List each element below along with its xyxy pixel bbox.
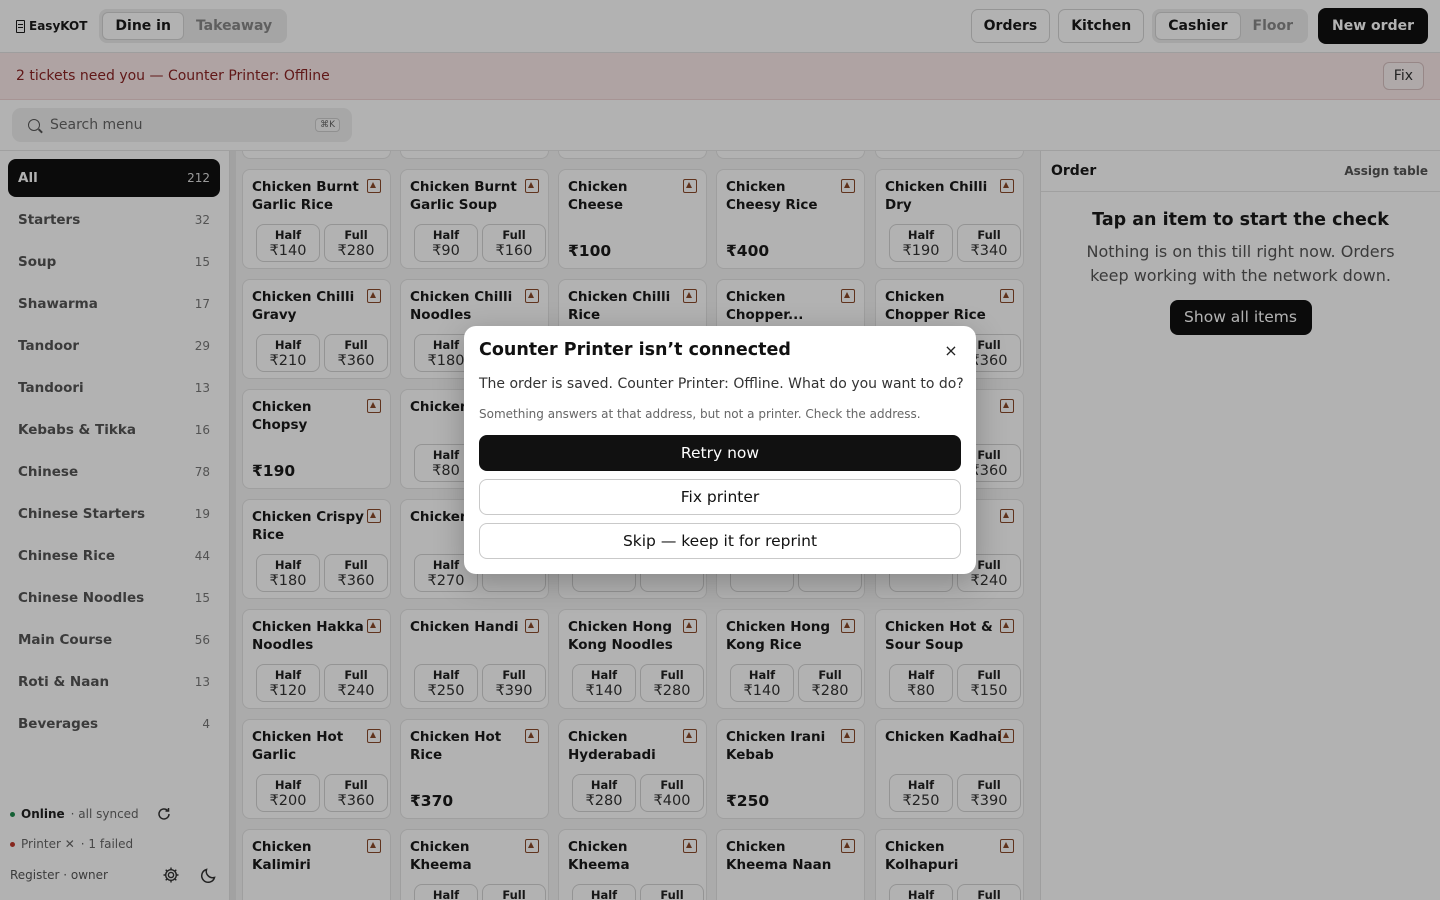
dialog-hint: Something answers at that address, but n… bbox=[479, 407, 921, 421]
retry-now-button[interactable]: Retry now bbox=[479, 435, 961, 471]
close-icon[interactable]: × bbox=[942, 342, 960, 360]
dialog-message: The order is saved. Counter Printer: Off… bbox=[479, 376, 964, 392]
printer-error-dialog: Counter Printer isn’t connected × The or… bbox=[464, 326, 976, 574]
fix-printer-button[interactable]: Fix printer bbox=[479, 479, 961, 515]
dialog-title: Counter Printer isn’t connected bbox=[479, 340, 791, 360]
skip-reprint-button[interactable]: Skip — keep it for reprint bbox=[479, 523, 961, 559]
